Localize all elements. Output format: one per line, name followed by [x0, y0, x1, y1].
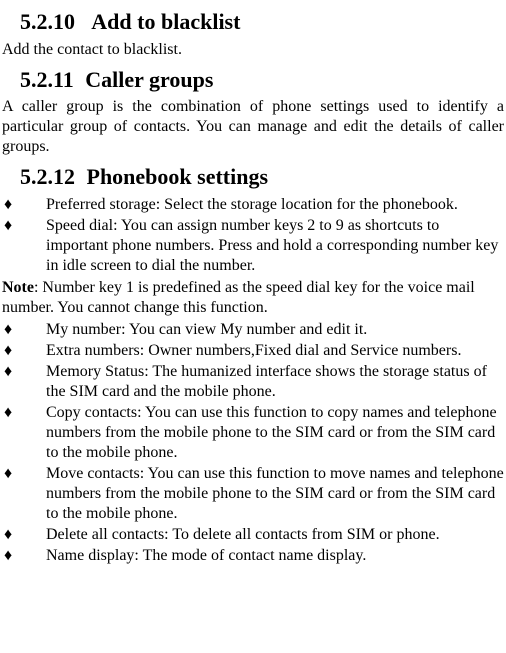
- diamond-bullet-icon: ♦: [2, 320, 46, 340]
- diamond-bullet-icon: ♦: [2, 464, 46, 524]
- section-number: 5.2.12: [20, 164, 75, 189]
- diamond-bullet-icon: ♦: [2, 216, 46, 276]
- diamond-bullet-icon: ♦: [2, 546, 46, 566]
- note-label: Note: [2, 279, 34, 296]
- bullet-list: ♦ My number: You can view My number and …: [2, 320, 504, 566]
- diamond-bullet-icon: ♦: [2, 403, 46, 463]
- diamond-bullet-icon: ♦: [2, 195, 46, 215]
- list-item-text: Name display: The mode of contact name d…: [46, 546, 504, 566]
- list-item: ♦ Move contacts: You can use this functi…: [2, 464, 504, 524]
- section-title: Caller groups: [85, 67, 213, 92]
- list-item-text: Extra numbers: Owner numbers,Fixed dial …: [46, 341, 504, 361]
- section-title: Add to blacklist: [91, 9, 240, 34]
- list-item-text: Preferred storage: Select the storage lo…: [46, 195, 504, 215]
- list-item: ♦ Extra numbers: Owner numbers,Fixed dia…: [2, 341, 504, 361]
- paragraph: Add the contact to blacklist.: [2, 40, 504, 60]
- list-item: ♦ Memory Status: The humanized interface…: [2, 362, 504, 402]
- heading-caller-groups: 5.2.11 Caller groups: [20, 66, 504, 94]
- list-item: ♦ Speed dial: You can assign number keys…: [2, 216, 504, 276]
- paragraph: A caller group is the combination of pho…: [2, 97, 504, 157]
- heading-add-to-blacklist: 5.2.10 Add to blacklist: [20, 8, 504, 36]
- section-title: Phonebook settings: [87, 164, 269, 189]
- list-item-text: Move contacts: You can use this function…: [46, 464, 504, 524]
- list-item: ♦ Delete all contacts: To delete all con…: [2, 525, 504, 545]
- diamond-bullet-icon: ♦: [2, 341, 46, 361]
- section-number: 5.2.11: [20, 67, 74, 92]
- diamond-bullet-icon: ♦: [2, 362, 46, 402]
- list-item: ♦ Preferred storage: Select the storage …: [2, 195, 504, 215]
- heading-phonebook-settings: 5.2.12 Phonebook settings: [20, 163, 504, 191]
- list-item-text: Delete all contacts: To delete all conta…: [46, 525, 504, 545]
- list-item-text: Memory Status: The humanized interface s…: [46, 362, 504, 402]
- note-text: : Number key 1 is predefined as the spee…: [2, 279, 475, 316]
- list-item: ♦ My number: You can view My number and …: [2, 320, 504, 340]
- diamond-bullet-icon: ♦: [2, 525, 46, 545]
- list-item-text: Copy contacts: You can use this function…: [46, 403, 504, 463]
- bullet-list: ♦ Preferred storage: Select the storage …: [2, 195, 504, 276]
- list-item: ♦ Copy contacts: You can use this functi…: [2, 403, 504, 463]
- list-item-text: My number: You can view My number and ed…: [46, 320, 504, 340]
- section-number: 5.2.10: [20, 9, 75, 34]
- list-item-text: Speed dial: You can assign number keys 2…: [46, 216, 504, 276]
- note-paragraph: Note: Number key 1 is predefined as the …: [2, 278, 504, 318]
- list-item: ♦ Name display: The mode of contact name…: [2, 546, 504, 566]
